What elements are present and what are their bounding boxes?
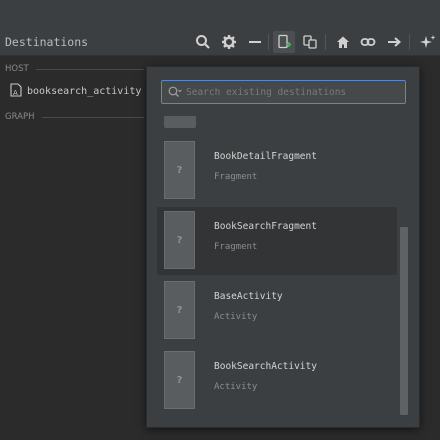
toolbar-separator [409,34,410,50]
scrollbar-thumb[interactable] [400,227,408,415]
host-section-label: HOST [5,64,29,74]
divider [36,69,144,70]
destination-type: Activity [214,312,258,322]
search-icon [168,86,182,98]
toolbar-separator [268,34,269,50]
link-icon[interactable] [358,32,378,52]
svg-text:A: A [13,89,18,97]
destination-type: Fragment [214,172,258,182]
toolbar-separator [325,34,326,50]
window-header-strip [0,0,440,28]
graph-section-label: GRAPH [5,112,35,122]
destination-item-book-search-fragment[interactable]: ? BookSearchFragment Fragment [157,207,397,275]
destination-name: BookDetailFragment [214,151,317,162]
search-input[interactable] [186,86,396,98]
destination-name: BookSearchFragment [214,221,317,232]
destination-item-base-activity[interactable]: ? BaseActivity Activity [157,277,397,345]
auto-arrange-icon[interactable] [418,32,438,52]
divider [42,117,144,118]
new-destination-icon[interactable] [273,31,295,53]
destination-type: Activity [214,382,258,392]
embed-graph-icon[interactable] [300,32,320,52]
search-icon[interactable] [193,32,213,52]
scrollbar[interactable] [400,227,408,415]
host-item[interactable]: A booksearch_activity [10,82,141,101]
minimize-icon[interactable] [245,32,265,52]
destination-name: BookSearchActivity [214,361,317,372]
destination-thumbnail: ? [164,141,195,199]
destination-list: ? BookDetailFragment Fragment ? BookSear… [147,113,421,423]
host-item-label: booksearch_activity [27,86,142,97]
gear-icon[interactable] [219,32,239,52]
destination-thumbnail: ? [164,211,195,269]
destination-type: Fragment [214,242,258,252]
destination-thumbnail [164,116,196,128]
add-destination-popup: ? BookDetailFragment Fragment ? BookSear… [146,66,420,428]
destination-thumbnail: ? [164,351,195,409]
destination-item-book-detail-fragment[interactable]: ? BookDetailFragment Fragment [157,137,397,205]
destination-name: BaseActivity [214,291,283,302]
panel-title: Destinations [5,35,89,49]
search-field[interactable] [161,80,406,104]
destinations-toolbar: Destinations [0,28,440,56]
destination-item-book-search-activity[interactable]: ? BookSearchActivity Activity [157,347,397,415]
destination-thumbnail: ? [164,281,195,339]
action-arrow-icon[interactable] [384,32,404,52]
home-icon[interactable] [333,32,353,52]
activity-file-icon: A [10,82,22,101]
